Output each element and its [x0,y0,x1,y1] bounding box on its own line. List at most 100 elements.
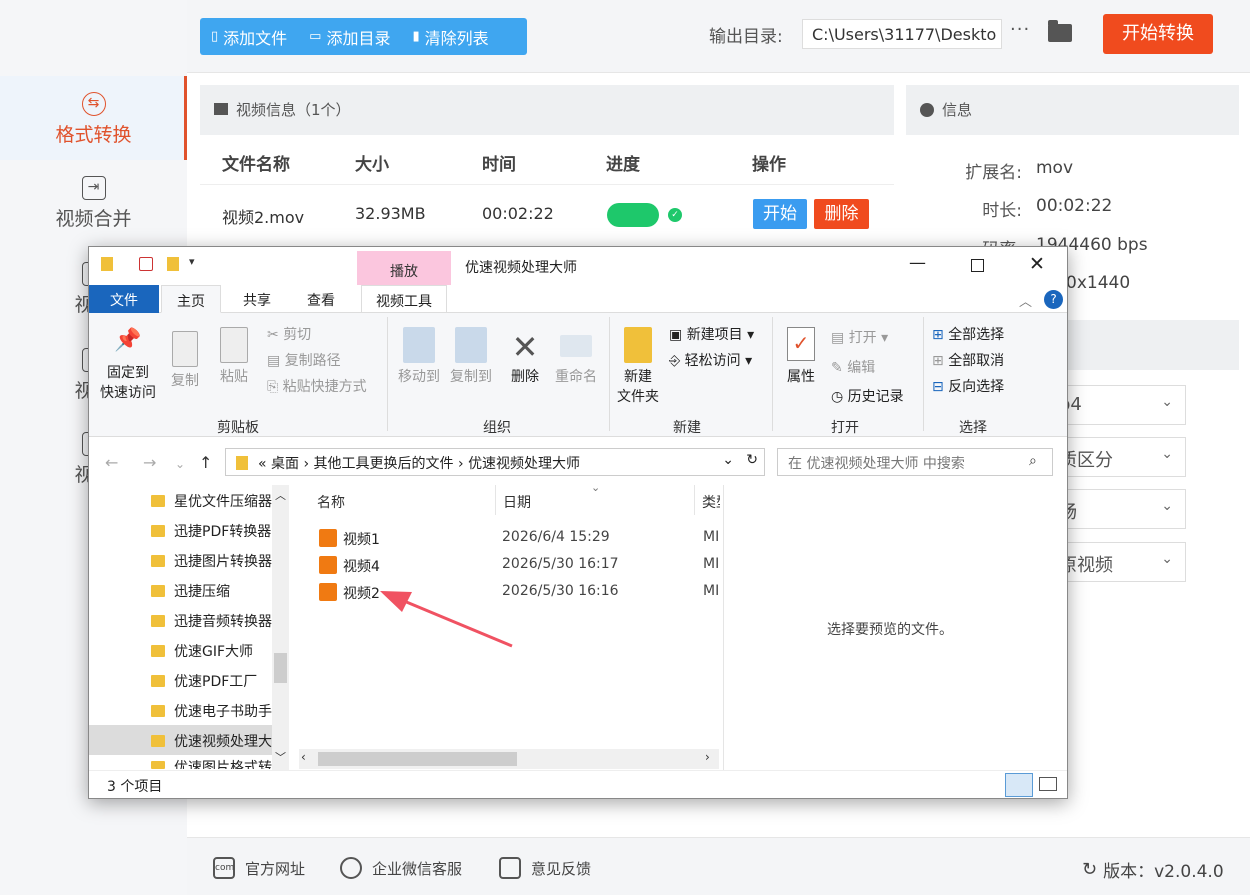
open-folder-icon[interactable] [1048,20,1072,42]
tab-share[interactable]: 共享 [229,285,285,313]
wechat-service-link[interactable]: 企业微信客服 [340,857,462,879]
back-arrow-icon[interactable]: ← [105,453,118,472]
column-header-action: 操作 [752,155,786,175]
row-delete-button[interactable]: 删除 [814,199,869,229]
folder-icon [151,675,165,687]
video-panel-header: 视频信息（1个） [200,85,894,135]
column-type[interactable]: 类型 [702,492,720,512]
refresh-icon[interactable]: ↻ [746,452,758,468]
folder-icon [151,705,165,717]
file-name[interactable]: 视频4 [343,556,380,576]
folder-icon [151,495,165,507]
column-header-progress: 进度 [606,155,640,175]
new-folder-button[interactable]: 新建 文件夹 [615,327,661,407]
file-button-group: ▯ 添加文件 ▭ 添加目录 ▮ 清除列表 [200,18,527,55]
context-tab-play[interactable]: 播放 [357,251,451,285]
copy-icon [172,331,198,367]
add-file-button[interactable]: ▯ 添加文件 [200,18,298,55]
new-folder-icon[interactable] [167,257,179,271]
start-convert-button[interactable]: 开始转换 [1103,14,1213,54]
large-icons-view-icon[interactable] [1039,777,1057,791]
invert-selection-icon: ⊟ [932,379,949,395]
paste-shortcut-button[interactable]: ⎘ 粘贴快捷方式 [267,376,367,396]
cut-button[interactable]: ✂ 剪切 [267,324,311,344]
details-view-icon[interactable] [1005,773,1033,797]
select-all-button[interactable]: ⊞ 全部选择 [932,324,1004,344]
search-input[interactable]: 在 优速视频处理大师 中搜索 [777,448,1053,476]
invert-selection-button[interactable]: ⊟ 反向选择 [932,376,1004,396]
tab-view[interactable]: 查看 [293,285,349,313]
history-button[interactable]: ◷ 历史记录 [831,386,904,406]
forward-arrow-icon[interactable]: → [143,453,156,472]
output-dir-field[interactable]: C:\Users\31177\Deskto [802,19,1002,49]
video-file-icon [319,529,337,547]
group-label-open: 打开 [831,420,859,436]
move-to-button[interactable]: 移动到 [393,327,445,387]
feedback-link[interactable]: 意见反馈 [499,857,591,879]
info-panel-header: 信息 [906,85,1239,135]
address-bar[interactable]: « 桌面 › 其他工具更换后的文件 › 优速视频处理大师 ⌄ ↻ [225,448,765,476]
edit-icon: ✎ [831,360,848,376]
divider [694,485,695,515]
scroll-right-icon[interactable]: › [705,750,710,764]
nav-scroll-thumb[interactable] [274,653,287,683]
scroll-up-icon[interactable]: ︿ [275,487,286,503]
edit-button[interactable]: ✎ 编辑 [831,357,875,377]
column-date[interactable]: 日期 [503,492,531,512]
version-info[interactable]: ↻ 版本：v2.0.4.0 [1082,857,1224,882]
website-link[interactable]: com 官方网址 [213,857,305,879]
item-count: 3 个项目 [107,779,163,795]
copy-path-button[interactable]: ▤ 复制路径 [267,350,341,370]
tab-home[interactable]: 主页 [161,285,221,313]
maximize-icon[interactable] [971,259,984,272]
close-icon[interactable]: ✕ [1029,253,1045,275]
row-start-button[interactable]: 开始 [753,199,807,229]
easy-access-button[interactable]: ⎆ 轻松访问 ▾ [669,350,752,370]
folder-icon [151,735,165,747]
new-folder-icon [624,327,652,363]
properties-button[interactable]: ✓ 属性 [779,327,823,387]
rename-button[interactable]: 重命名 [551,327,601,387]
collapse-ribbon-icon[interactable]: ︿ [1019,291,1032,310]
sort-indicator-icon: ⌄ [591,481,601,494]
quick-access-dropdown-icon[interactable]: ▾ [189,255,195,268]
folder-icon [151,525,165,537]
add-dir-button[interactable]: ▭ 添加目录 [298,18,401,55]
delete-button[interactable]: ✕ 删除 [505,327,545,387]
tab-video-tools[interactable]: 视频工具 [361,285,447,313]
column-header-size: 大小 [355,155,389,175]
new-item-button[interactable]: ▣ 新建项目 ▾ [669,324,754,344]
easy-access-icon: ⎆ [669,353,685,369]
copy-button[interactable]: 复制 [167,331,203,391]
tab-file[interactable]: 文件 [89,285,159,313]
group-label-new: 新建 [673,420,701,436]
sidebar-item-video-merge[interactable]: ⇥ 视频合并 [0,176,187,240]
sidebar-item-format-convert[interactable]: ⇆ 格式转换 [0,76,187,160]
website-icon: com [213,857,235,879]
open-button[interactable]: ▤ 打开 ▾ [831,327,888,347]
scroll-down-icon[interactable]: ﹀ [275,749,286,765]
up-arrow-icon[interactable]: ↑ [199,453,212,472]
folder-icon [151,585,165,597]
select-none-button[interactable]: ⊞ 全部取消 [932,350,1004,370]
properties-check-icon[interactable] [139,257,153,271]
file-name[interactable]: 视频2 [343,583,380,603]
clear-list-button[interactable]: ▮ 清除列表 [401,18,499,55]
properties-icon: ✓ [787,327,815,361]
horizontal-scroll-thumb[interactable] [318,752,517,766]
minimize-icon[interactable]: — [909,253,926,273]
help-icon[interactable]: ? [1044,290,1063,309]
more-options-button[interactable]: ··· [1010,19,1030,40]
column-name[interactable]: 名称 [317,492,345,512]
folder-icon [151,555,165,567]
paste-button[interactable]: 粘贴 [215,327,253,387]
pin-quick-access-button[interactable]: 📌 固定到 快速访问 [95,330,161,403]
recent-dropdown-icon[interactable]: ⌄ [175,457,185,471]
file-name[interactable]: 视频1 [343,529,380,549]
scroll-left-icon[interactable]: ‹ [301,750,306,764]
copy-to-button[interactable]: 复制到 [445,327,497,387]
chevron-down-icon[interactable]: ⌄ [722,452,734,468]
divider [923,317,924,431]
nav-scrollbar[interactable] [272,485,289,770]
status-bar [89,770,1067,798]
